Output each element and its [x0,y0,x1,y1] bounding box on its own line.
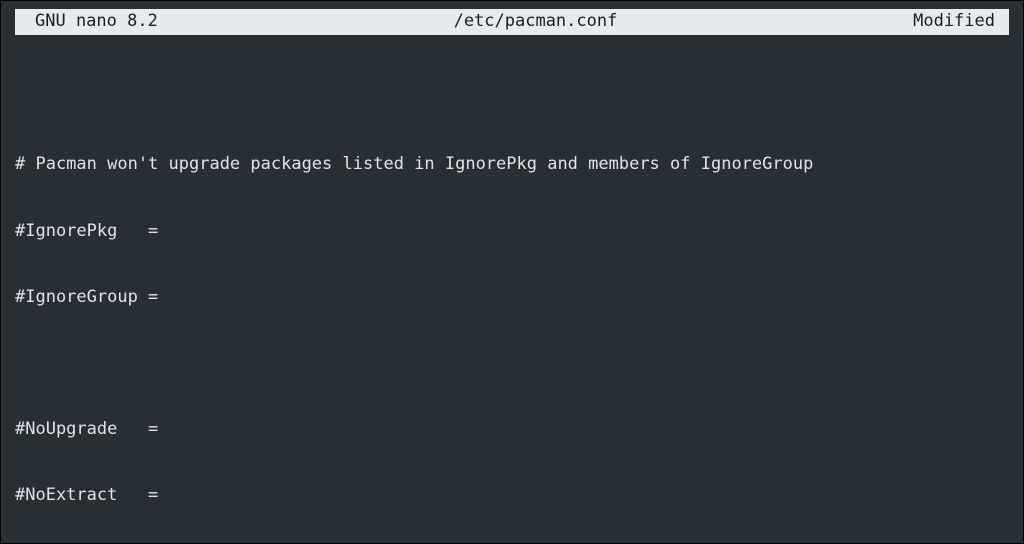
file-line [15,87,1009,109]
modified-status: Modified [913,10,1001,32]
editor-area[interactable]: # Pacman won't upgrade packages listed i… [1,35,1023,544]
file-line: #NoExtract = [15,484,1009,506]
file-path: /etc/pacman.conf [158,10,913,32]
file-line: #NoUpgrade = [15,418,1009,440]
app-name: GNU nano 8.2 [23,10,158,32]
file-line: # Pacman won't upgrade packages listed i… [15,153,1009,175]
file-line [15,352,1009,374]
file-line: #IgnoreGroup = [15,286,1009,308]
file-line: #IgnorePkg = [15,220,1009,242]
titlebar: GNU nano 8.2 /etc/pacman.conf Modified [15,9,1009,35]
